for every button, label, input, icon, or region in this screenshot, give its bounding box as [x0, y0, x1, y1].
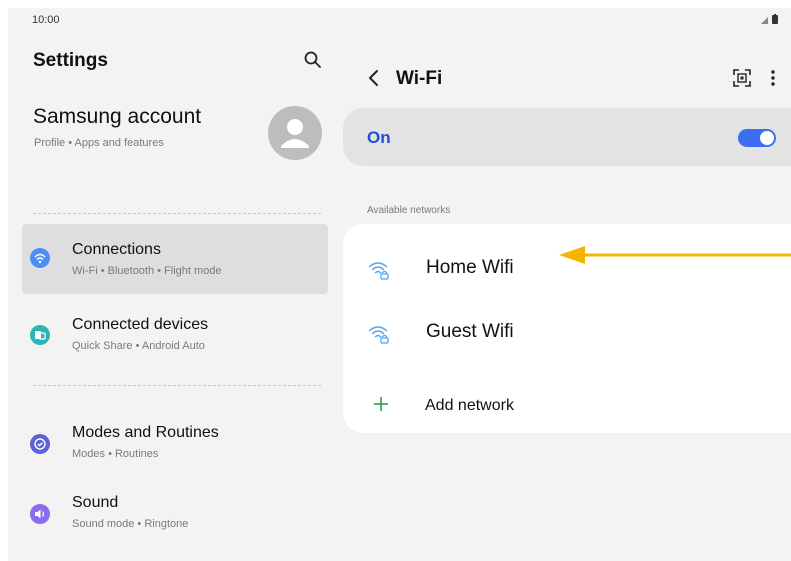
status-bar: 10:00 [8, 8, 791, 32]
wifi-toggle-label: On [367, 128, 391, 147]
sidebar-item-subtitle: Quick Share • Android Auto [72, 340, 205, 352]
page-title: Wi-Fi [396, 68, 443, 89]
plus-icon [374, 397, 388, 411]
devices-icon [30, 325, 50, 345]
sidebar-item-connections[interactable]: Connections Wi-Fi • Bluetooth • Flight m… [22, 224, 328, 294]
sidebar-item-title: Modes and Routines [72, 424, 219, 441]
add-network-button[interactable]: Add network [343, 384, 791, 428]
check-circle-icon [30, 434, 50, 454]
wifi-icon [30, 248, 50, 268]
account-name: Samsung account [33, 105, 202, 128]
sidebar-item-connected-devices[interactable]: Connected devices Quick Share • Android … [22, 300, 328, 370]
samsung-account[interactable]: Samsung account Profile • Apps and featu… [22, 100, 328, 160]
divider [33, 213, 321, 214]
sidebar-item-title: Connected devices [72, 316, 209, 333]
wifi-header: Wi-Fi [353, 64, 783, 100]
wifi-lock-icon [368, 326, 389, 344]
divider [33, 385, 321, 386]
signal-battery-icon [761, 14, 778, 24]
account-subtitle: Profile • Apps and features [34, 137, 164, 149]
settings-title: Settings [33, 50, 108, 71]
sidebar-item-title: Sound [72, 494, 119, 511]
sidebar-item-subtitle: Wi-Fi • Bluetooth • Flight mode [72, 265, 222, 277]
network-name: Guest Wifi [426, 321, 514, 342]
wifi-toggle-switch[interactable] [738, 129, 776, 147]
wifi-toggle-row[interactable]: On [343, 108, 791, 166]
speaker-icon [30, 504, 50, 524]
back-arrow-icon[interactable] [363, 64, 385, 94]
annotation-arrow-icon [559, 246, 791, 264]
network-guest-wifi[interactable]: Guest Wifi [343, 306, 791, 360]
avatar-icon [268, 106, 322, 160]
sidebar-item-title: Connections [72, 241, 161, 258]
sidebar-item-sound[interactable]: Sound Sound mode • Ringtone [22, 478, 328, 548]
sidebar-item-subtitle: Modes • Routines [72, 448, 159, 460]
qr-scan-icon[interactable] [731, 67, 753, 89]
search-icon[interactable] [301, 48, 325, 72]
available-networks-label: Available networks [367, 205, 451, 216]
toggle-knob [760, 131, 774, 145]
sidebar-item-modes-and-routines[interactable]: Modes and Routines Modes • Routines [22, 407, 328, 477]
wifi-lock-icon [368, 262, 389, 280]
sidebar-item-subtitle: Sound mode • Ringtone [72, 518, 189, 530]
add-network-label: Add network [425, 397, 514, 414]
more-options-icon[interactable] [765, 67, 781, 89]
screen: 10:00 Settings Samsung account Profile •… [8, 8, 791, 561]
network-name: Home Wifi [426, 257, 514, 278]
status-time: 10:00 [32, 14, 60, 26]
